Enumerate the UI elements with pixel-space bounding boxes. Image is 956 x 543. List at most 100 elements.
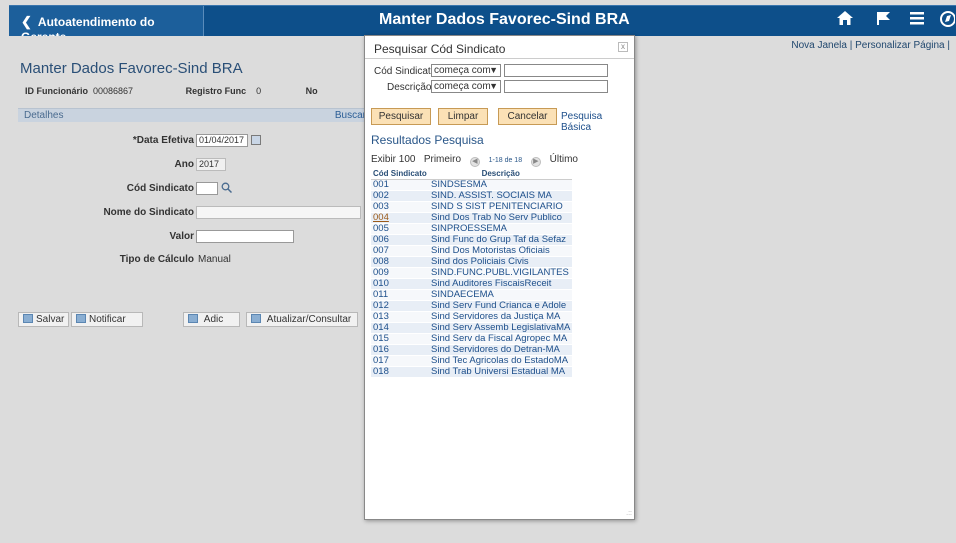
table-row[interactable]: 001 SINDSESMA bbox=[371, 179, 573, 191]
link-separator: | bbox=[849, 40, 853, 51]
table-row[interactable]: 015 Sind Serv da Fiscal Agropec MA bbox=[371, 333, 573, 345]
result-code-link[interactable]: 015 bbox=[371, 333, 429, 345]
last-link[interactable]: Último bbox=[550, 154, 578, 165]
result-description-link[interactable]: SINDAECEMA bbox=[429, 289, 573, 301]
cod-search-label: Cód Sindicato bbox=[374, 66, 437, 77]
result-description-link[interactable]: Sind Trab Universi Estadual MA bbox=[429, 366, 573, 378]
cod-operator-value: começa com bbox=[434, 65, 491, 76]
id-value: 00086867 bbox=[93, 86, 134, 96]
table-row[interactable]: 002 SIND. ASSIST. SOCIAIS MA bbox=[371, 190, 573, 202]
column-header-cod[interactable]: Cód Sindicato bbox=[371, 168, 429, 180]
cod-operator-select[interactable]: começa com ▼ bbox=[431, 64, 501, 77]
resize-handle[interactable]: .:: bbox=[626, 510, 632, 517]
next-icon[interactable]: ▶ bbox=[530, 157, 541, 167]
search-button[interactable]: Pesquisar bbox=[371, 108, 431, 125]
page-title: Manter Dados Favorec-Sind BRA bbox=[20, 60, 243, 77]
show-all-link[interactable]: Exibir 100 bbox=[371, 154, 415, 165]
result-code-link[interactable]: 011 bbox=[371, 289, 429, 301]
result-code-link[interactable]: 018 bbox=[371, 366, 429, 378]
result-code-link[interactable]: 001 bbox=[371, 179, 429, 191]
home-icon[interactable] bbox=[836, 10, 854, 31]
result-description-link[interactable]: SINPROESSEMA bbox=[429, 223, 573, 235]
valor-input[interactable] bbox=[196, 230, 294, 243]
new-window-link[interactable]: Nova Janela bbox=[791, 40, 847, 51]
cod-search-input[interactable] bbox=[504, 64, 608, 77]
id-label: ID Funcionário bbox=[25, 86, 88, 96]
table-row[interactable]: 012 Sind Serv Fund Crianca e Adole bbox=[371, 300, 573, 312]
close-icon[interactable]: x bbox=[618, 42, 628, 52]
result-description-link[interactable]: Sind Serv Assemb LegislativaMA bbox=[429, 322, 573, 334]
result-code-link[interactable]: 008 bbox=[371, 256, 429, 268]
table-row[interactable]: 004 Sind Dos Trab No Serv Publico bbox=[371, 212, 573, 224]
result-code-link[interactable]: 017 bbox=[371, 355, 429, 367]
add-button[interactable]: Adic bbox=[183, 312, 240, 327]
update-button[interactable]: Atualizar/Consultar bbox=[246, 312, 358, 327]
result-code-link[interactable]: 007 bbox=[371, 245, 429, 257]
table-row[interactable]: 011 SINDAECEMA bbox=[371, 289, 573, 301]
data-efetiva-input[interactable]: 01/04/2017 bbox=[196, 134, 248, 147]
save-button[interactable]: Salvar bbox=[18, 312, 70, 327]
ano-value: 2017 bbox=[196, 158, 226, 171]
flag-icon[interactable] bbox=[875, 10, 891, 31]
search-icon[interactable] bbox=[221, 182, 233, 196]
result-code-link[interactable]: 014 bbox=[371, 322, 429, 334]
clear-button[interactable]: Limpar bbox=[438, 108, 488, 125]
result-code-link[interactable]: 012 bbox=[371, 300, 429, 312]
prev-icon[interactable]: ◀ bbox=[469, 157, 480, 167]
modal-divider bbox=[365, 58, 634, 59]
result-description-link[interactable]: Sind Func do Grup Taf da Sefaz bbox=[429, 234, 573, 246]
search-link[interactable]: Buscar bbox=[335, 110, 366, 121]
result-description-link[interactable]: SINDSESMA bbox=[429, 179, 573, 191]
result-description-link[interactable]: Sind Serv da Fiscal Agropec MA bbox=[429, 333, 573, 345]
result-code-link[interactable]: 003 bbox=[371, 201, 429, 213]
search-modal: Pesquisar Cód Sindicato x Cód Sindicato … bbox=[364, 35, 635, 520]
result-code-link[interactable]: 006 bbox=[371, 234, 429, 246]
table-row[interactable]: 009 SIND.FUNC.PUBL.VIGILANTES bbox=[371, 267, 573, 279]
table-row[interactable]: 010 Sind Auditores FiscaisReceit bbox=[371, 278, 573, 290]
cancel-button[interactable]: Cancelar bbox=[498, 108, 557, 125]
table-row[interactable]: 018 Sind Trab Universi Estadual MA bbox=[371, 366, 573, 378]
table-row[interactable]: 005 SINPROESSEMA bbox=[371, 223, 573, 235]
result-description-link[interactable]: Sind Auditores FiscaisReceit bbox=[429, 278, 573, 290]
table-row[interactable]: 006 Sind Func do Grup Taf da Sefaz bbox=[371, 234, 573, 246]
table-row[interactable]: 008 Sind dos Policiais Civis bbox=[371, 256, 573, 268]
result-code-link[interactable]: 002 bbox=[371, 190, 429, 202]
calendar-icon[interactable] bbox=[251, 135, 261, 145]
desc-search-input[interactable] bbox=[504, 80, 608, 93]
result-description-link[interactable]: Sind Dos Trab No Serv Publico bbox=[429, 212, 573, 224]
cod-sindicato-input[interactable] bbox=[196, 182, 218, 195]
result-code-link[interactable]: 010 bbox=[371, 278, 429, 290]
result-description-link[interactable]: Sind Dos Motoristas Oficiais bbox=[429, 245, 573, 257]
result-description-link[interactable]: Sind Tec Agricolas do EstadoMA bbox=[429, 355, 573, 367]
table-row[interactable]: 014 Sind Serv Assemb LegislativaMA bbox=[371, 322, 573, 334]
table-row[interactable]: 017 Sind Tec Agricolas do EstadoMA bbox=[371, 355, 573, 367]
desc-operator-value: começa com bbox=[434, 81, 491, 92]
result-description-link[interactable]: Sind dos Policiais Civis bbox=[429, 256, 573, 268]
table-row[interactable]: 013 Sind Servidores da Justiça MA bbox=[371, 311, 573, 323]
desc-operator-select[interactable]: começa com ▼ bbox=[431, 80, 501, 93]
result-description-link[interactable]: Sind Servidores da Justiça MA bbox=[429, 311, 573, 323]
result-description-link[interactable]: SIND.FUNC.PUBL.VIGILANTES bbox=[429, 267, 573, 279]
result-description-link[interactable]: SIND S SIST PENITENCIARIO bbox=[429, 201, 573, 213]
result-code-link[interactable]: 005 bbox=[371, 223, 429, 235]
menu-icon[interactable] bbox=[909, 10, 925, 31]
first-link[interactable]: Primeiro bbox=[424, 154, 461, 165]
tipo-calculo-label: Tipo de Cálculo bbox=[119, 254, 194, 265]
result-code-link[interactable]: 004 bbox=[371, 212, 429, 224]
navbar-icon[interactable] bbox=[939, 10, 956, 33]
column-header-descricao[interactable]: Descrição bbox=[429, 168, 573, 180]
result-code-link[interactable]: 009 bbox=[371, 267, 429, 279]
notify-button[interactable]: Notificar bbox=[71, 312, 143, 327]
table-row[interactable]: 016 Sind Servidores do Detran-MA bbox=[371, 344, 573, 356]
table-row[interactable]: 003 SIND S SIST PENITENCIARIO bbox=[371, 201, 573, 213]
table-row[interactable]: 007 Sind Dos Motoristas Oficiais bbox=[371, 245, 573, 257]
result-description-link[interactable]: SIND. ASSIST. SOCIAIS MA bbox=[429, 190, 573, 202]
result-code-link[interactable]: 013 bbox=[371, 311, 429, 323]
result-code-link[interactable]: 016 bbox=[371, 344, 429, 356]
result-description-link[interactable]: Sind Serv Fund Crianca e Adole bbox=[429, 300, 573, 312]
back-button[interactable]: ❮Autoatendimento do Gerente bbox=[9, 6, 204, 44]
personalize-link[interactable]: Personalizar Página bbox=[855, 40, 945, 51]
valor-label: Valor bbox=[169, 231, 194, 242]
result-description-link[interactable]: Sind Servidores do Detran-MA bbox=[429, 344, 573, 356]
basic-search-link[interactable]: Pesquisa Básica bbox=[561, 111, 634, 133]
